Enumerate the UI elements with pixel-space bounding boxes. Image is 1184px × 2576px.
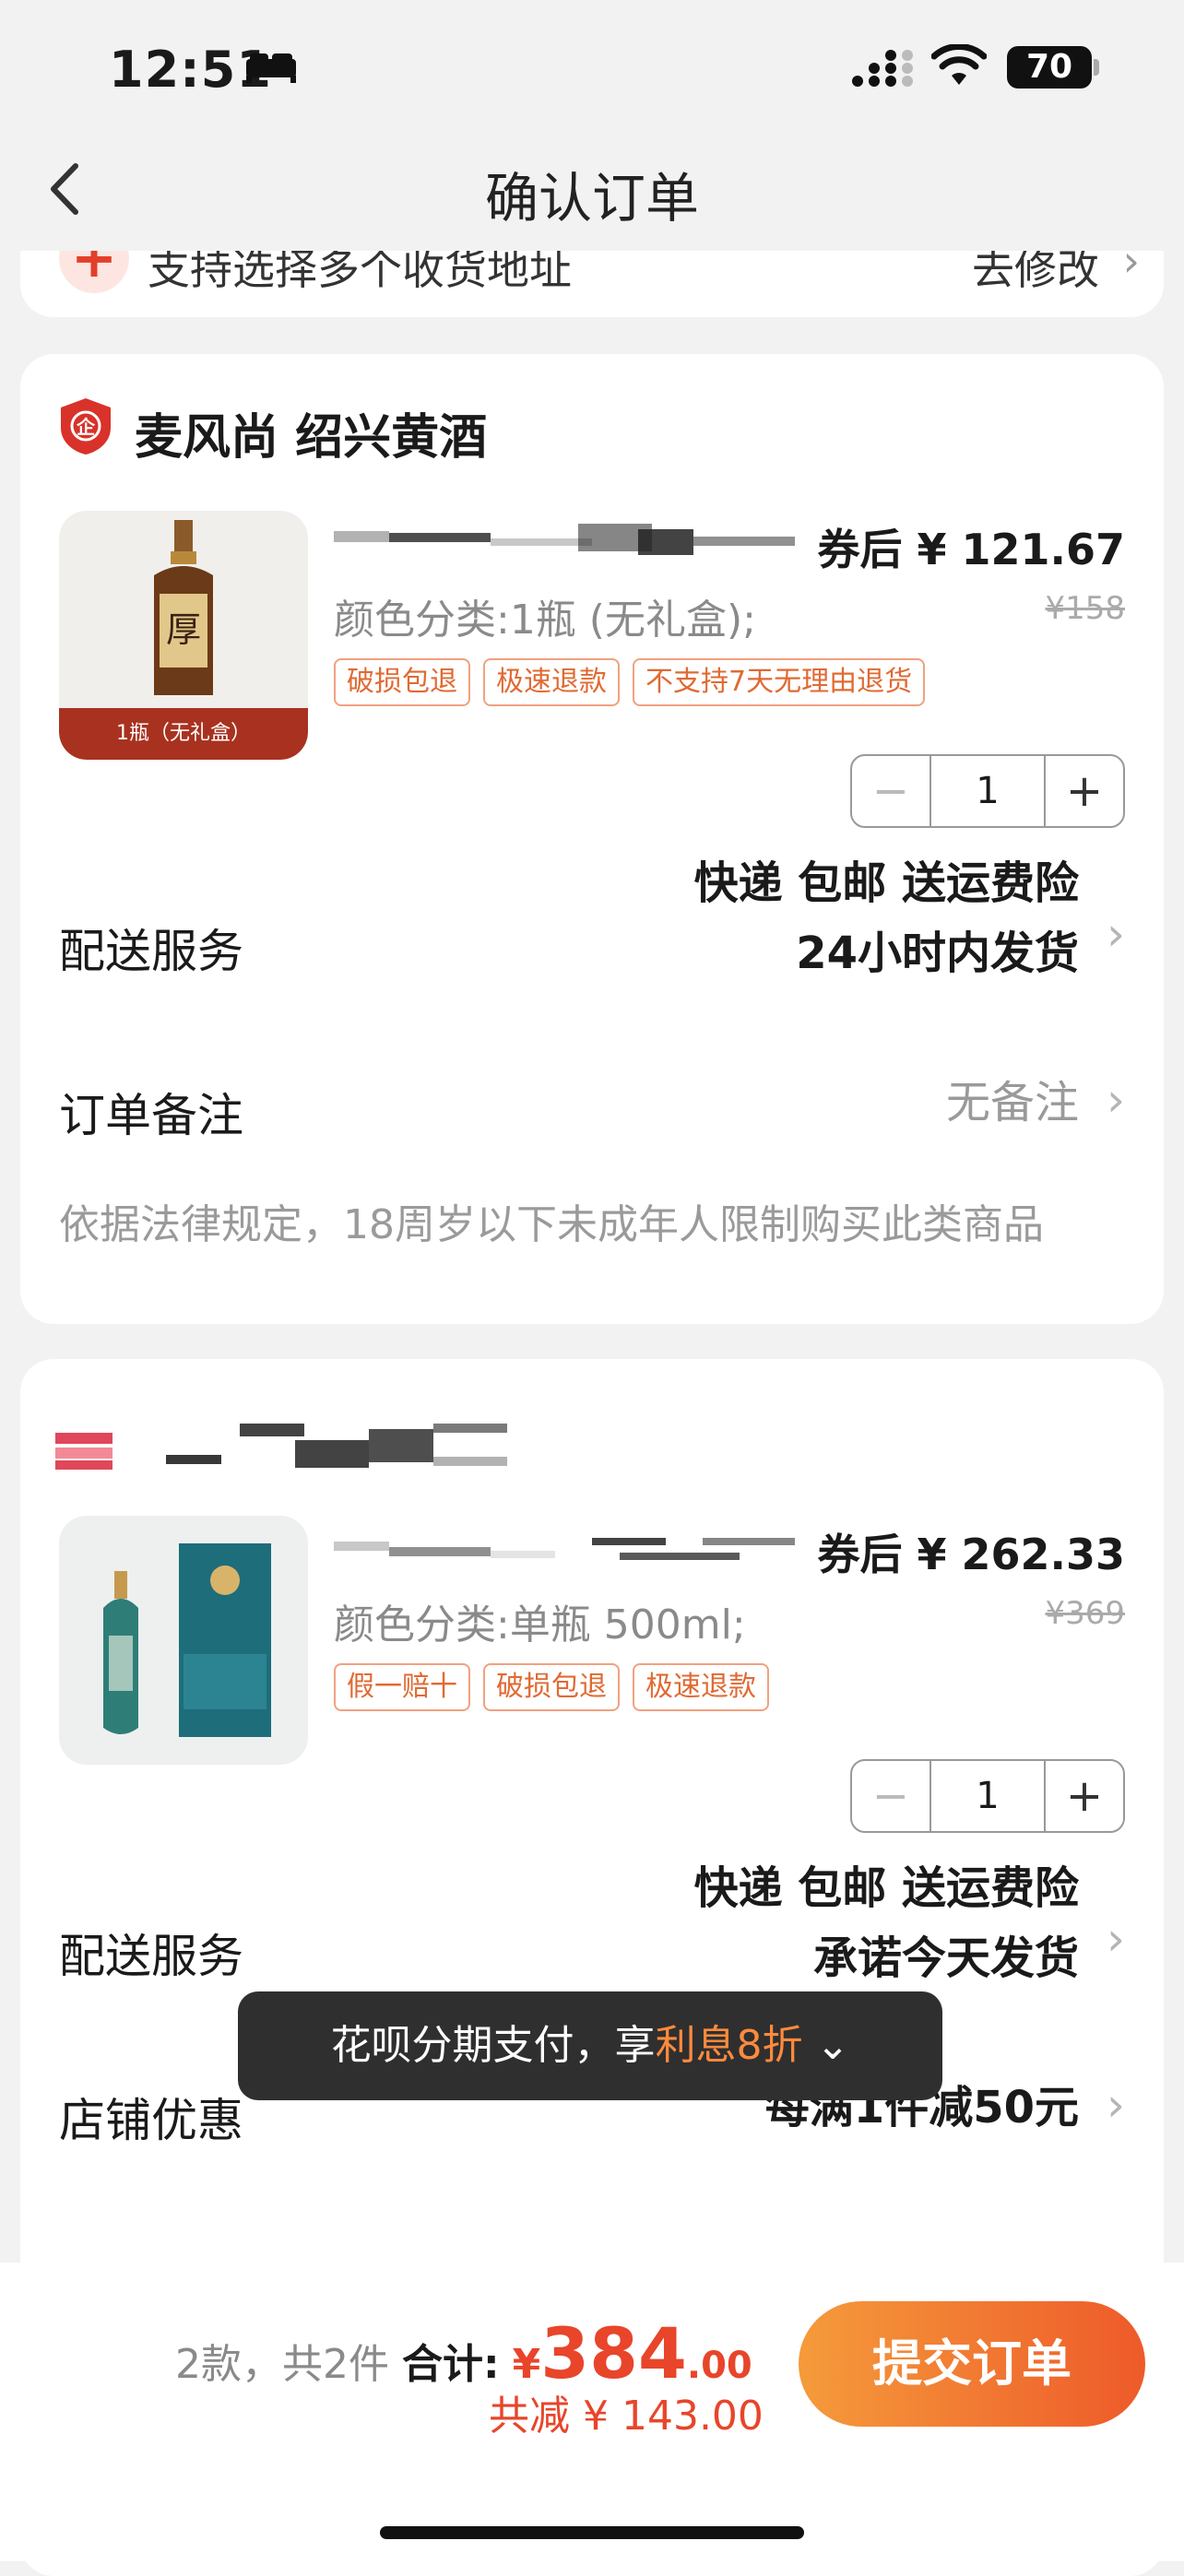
tag-fast-refund: 极速退款 [633,1663,769,1711]
toast-highlight: 利息8折 [655,2022,803,2069]
chevron-right-icon: › [1107,1073,1125,1127]
decrease-button[interactable]: − [852,756,929,826]
shop-badge-icon: 企 [61,398,111,455]
add-address-icon: + [59,251,129,293]
chevron-right-icon: › [1107,1912,1125,1966]
delivery-line-2: 24小时内发货 [796,928,1079,979]
battery-cap [1094,59,1099,76]
product-image[interactable] [59,1516,308,1765]
chevron-right-icon: › [1107,907,1125,961]
product-title-redacted [334,520,795,561]
original-price: ¥158 [1045,590,1125,627]
product-price: 券后 ¥ 121.67 [817,525,1125,574]
delivery-options[interactable]: 快递 包邮 送运费险 24小时内发货 [694,848,1079,988]
remark-value[interactable]: 无备注 [946,1068,1079,1138]
delivery-line-1: 快递 包邮 送运费险 [693,857,1079,909]
quantity-stepper: − 1 + [850,1759,1125,1833]
chevron-right-icon: › [1107,2078,1125,2132]
liquor-gift-box-icon [103,1543,271,1737]
age-restriction-notice: 依据法律规定，18周岁以下未成年人限制购买此类商品 [59,1201,1044,1248]
page-title: 确认订单 [484,167,699,230]
wine-bottle-icon: 厚 [154,520,213,695]
home-indicator [380,2526,804,2539]
delivery-label: 配送服务 [59,925,243,978]
installment-promo-toast[interactable]: 花呗分期支付，享利息8折 ⌄ [238,1991,942,2100]
remark-label: 订单备注 [59,1089,243,1142]
service-tags: 破损包退 极速退款 不支持7天无理由退货 [334,658,926,706]
status-bar: 12:51 70 [0,0,1184,138]
product-image-label: 1瓶（无礼盒） [59,708,308,760]
checkout-bar: 2款，共2件 合计: ¥384.00 共减 ¥ 143.00 提交订单 [0,2263,1184,2561]
svg-text:厚: 厚 [166,609,201,650]
increase-button[interactable]: + [1046,756,1123,826]
delivery-line-2: 承诺今天发货 [812,1932,1079,1984]
product-variant[interactable]: 颜色分类:单瓶 500ml; [334,1591,746,1650]
product-variant[interactable]: 颜色分类:1瓶 (无礼盒); [334,586,756,645]
store-discount-label: 店铺优惠 [59,2094,243,2147]
svg-text:企: 企 [76,416,96,438]
quantity-stepper: − 1 + [850,754,1125,828]
sleep-focus-icon [246,53,296,83]
tag-fake-compensation: 假一赔十 [334,1663,470,1711]
cellular-signal-icon [852,50,913,87]
service-tags: 假一赔十 破损包退 极速退款 [334,1663,769,1711]
currency-symbol: ¥ [512,2341,541,2388]
chevron-right-icon: › [1122,251,1140,286]
delivery-options[interactable]: 快递 包邮 送运费险 承诺今天发货 [694,1853,1079,1993]
delivery-label: 配送服务 [59,1930,243,1983]
address-card[interactable]: + 支持选择多个收货地址 去修改 › [20,251,1164,317]
wifi-icon [931,44,987,85]
edit-address-link[interactable]: 去修改 [972,251,1099,297]
decrease-button[interactable]: − [852,1761,929,1831]
tag-damage-refund: 破损包退 [334,658,470,706]
toast-prefix: 花呗分期支付，享 [330,2022,656,2069]
quantity-value[interactable]: 1 [929,756,1046,826]
item-count: 2款，共2件 [175,2341,389,2388]
delivery-line-1: 快递 包邮 送运费险 [693,1862,1079,1914]
total-cents: .00 [686,2345,752,2387]
shop-name[interactable]: 麦风尚 绍兴黄酒 [135,398,487,467]
address-hint: 支持选择多个收货地址 [148,251,572,294]
product-image[interactable]: 厚 1瓶（无礼盒） [59,511,308,760]
tag-no-7day-return: 不支持7天无理由退货 [633,658,926,706]
discount-total: 共减 ¥ 143.00 [489,2393,764,2440]
order-card-1: 企 麦风尚 绍兴黄酒 厚 1瓶（无礼盒） 券后 ¥ 121.67 ¥158 颜色… [20,354,1164,1324]
battery-indicator: 70 [1007,46,1092,89]
increase-button[interactable]: + [1046,1761,1123,1831]
shop-name-redacted [55,1424,516,1479]
original-price: ¥369 [1045,1595,1125,1632]
chevron-down-icon: ⌄ [815,2022,850,2069]
submit-order-button[interactable]: 提交订单 [799,2301,1145,2427]
product-price: 券后 ¥ 262.33 [817,1530,1125,1579]
product-title-redacted [334,1532,795,1573]
tag-fast-refund: 极速退款 [483,658,620,706]
tag-damage-refund: 破损包退 [483,1663,620,1711]
total-label: 合计: [402,2341,500,2388]
quantity-value[interactable]: 1 [929,1761,1046,1831]
